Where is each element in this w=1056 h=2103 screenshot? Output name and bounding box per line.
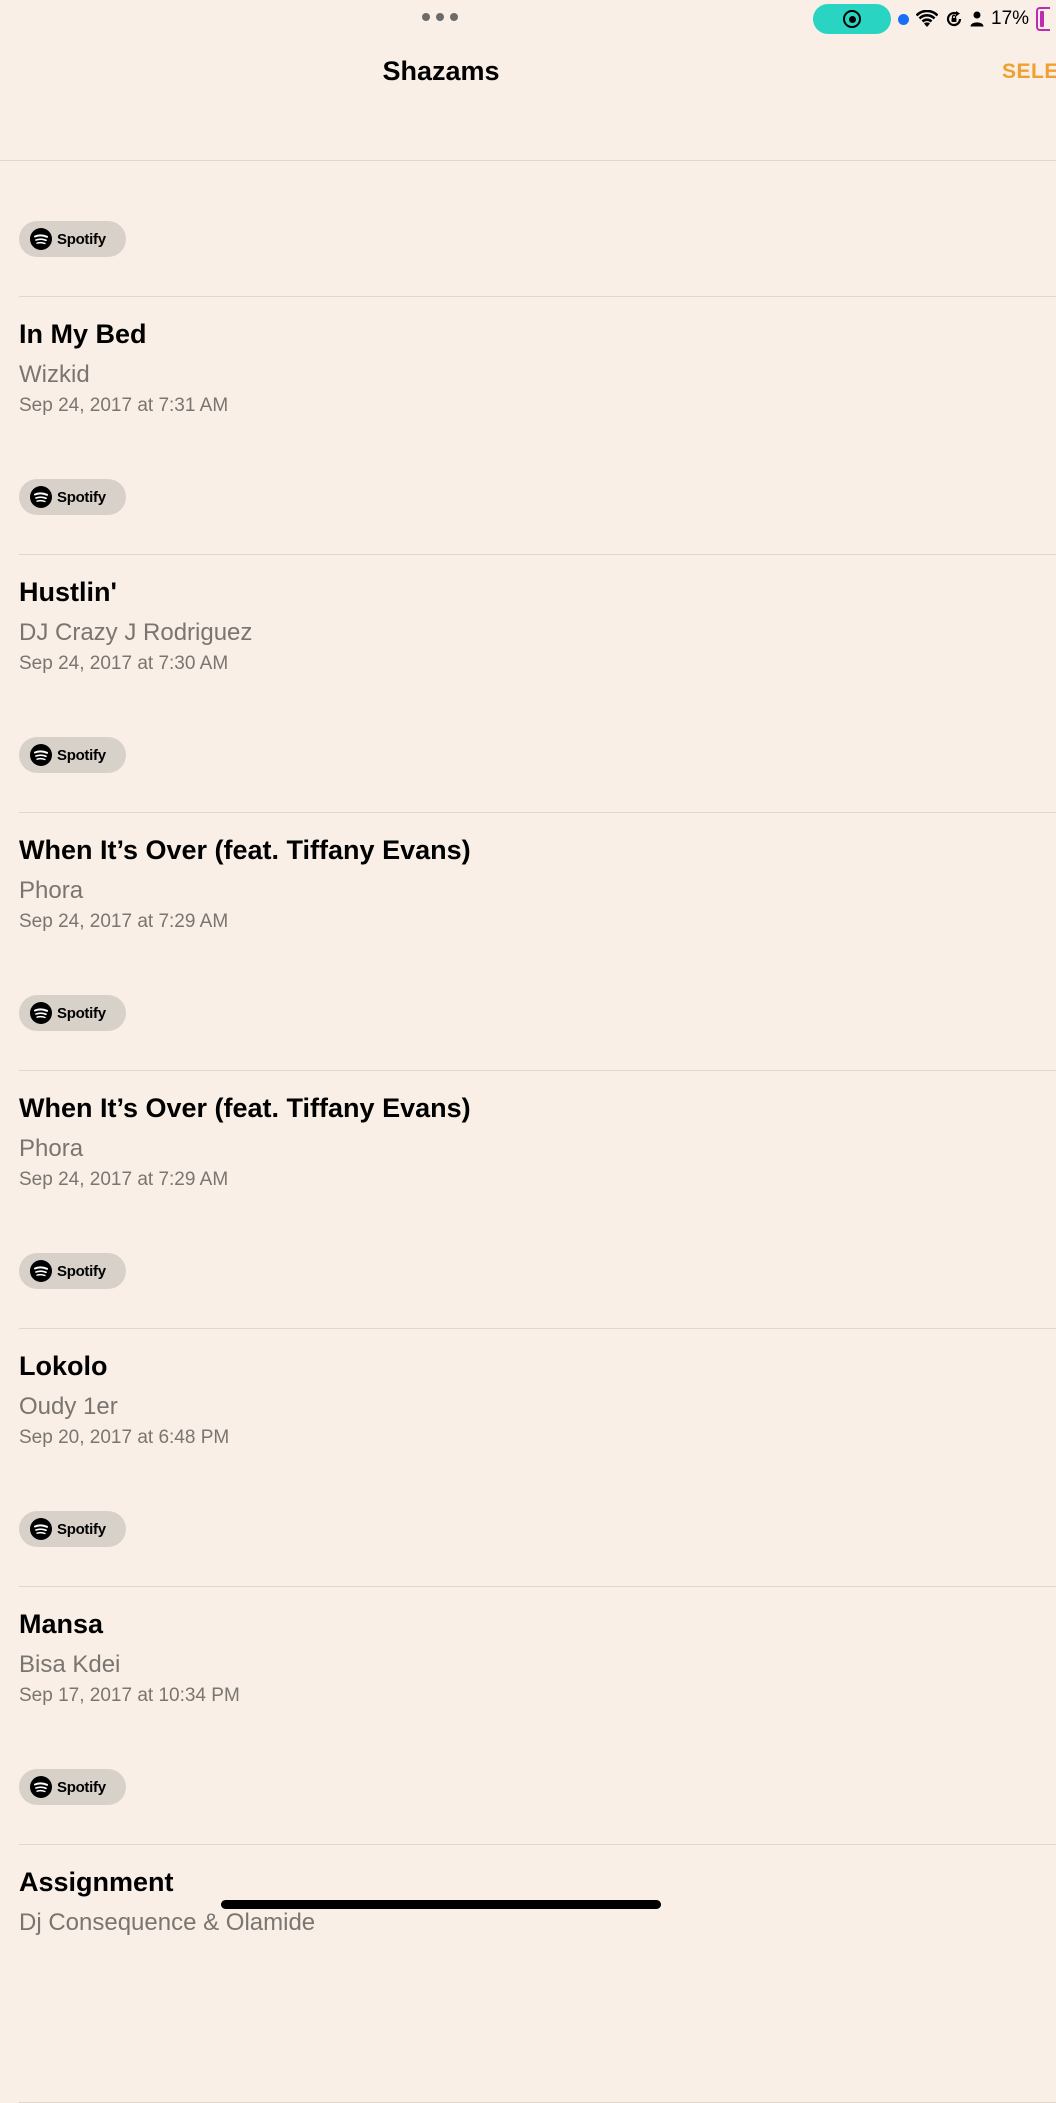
spotify-label: Spotify <box>57 230 106 248</box>
song-date: Sep 24, 2017 at 7:31 AM <box>19 395 229 416</box>
spotify-icon <box>30 228 52 250</box>
screen-recording-indicator[interactable] <box>813 4 891 34</box>
spotify-button[interactable]: Spotify <box>19 1769 126 1805</box>
song-title: When It’s Over (feat. Tiffany Evans) <box>19 835 471 865</box>
spotify-icon <box>30 1776 52 1798</box>
spotify-button[interactable]: Spotify <box>19 737 126 773</box>
spotify-button[interactable]: Spotify <box>19 1253 126 1289</box>
spotify-label: Spotify <box>57 1262 106 1280</box>
song-title: Lokolo <box>19 1351 108 1381</box>
song-date: Sep 24, 2017 at 7:29 AM <box>19 911 229 932</box>
record-icon <box>843 10 861 28</box>
song-row[interactable]: Hustlin' DJ Crazy J Rodriguez Sep 24, 20… <box>19 555 1056 813</box>
song-artist: DJ Crazy J Rodriguez <box>19 619 253 646</box>
spotify-label: Spotify <box>57 1778 106 1796</box>
song-date: Sep 20, 2017 at 6:48 PM <box>19 1427 230 1448</box>
song-title: Mansa <box>19 1609 104 1639</box>
spotify-button[interactable]: Spotify <box>19 1511 126 1547</box>
song-date: Sep 24, 2017 at 7:30 AM <box>19 653 229 674</box>
spotify-icon <box>30 486 52 508</box>
spotify-icon <box>30 744 52 766</box>
song-row[interactable]: Lokolo Oudy 1er Sep 20, 2017 at 6:48 PM … <box>19 1329 1056 1587</box>
song-row[interactable]: In My Bed Wizkid Sep 24, 2017 at 7:31 AM… <box>19 297 1056 555</box>
song-artist: Phora <box>19 877 84 904</box>
song-row[interactable]: Assignment Dj Consequence & Olamide <box>19 1845 1056 2103</box>
status-bar-right: 17% <box>898 4 1051 34</box>
wifi-icon <box>916 10 938 28</box>
song-title: Hustlin' <box>19 577 117 607</box>
location-dot-icon <box>898 13 909 25</box>
spotify-button[interactable]: Spotify <box>19 221 126 257</box>
rotation-lock-icon <box>945 10 963 28</box>
song-row[interactable]: When It’s Over (feat. Tiffany Evans) Pho… <box>19 813 1056 1071</box>
song-artist: Phora <box>19 1135 84 1162</box>
spotify-icon <box>30 1518 52 1540</box>
spotify-label: Spotify <box>57 1520 106 1538</box>
spotify-icon <box>30 1260 52 1282</box>
list-item[interactable]: Spotify <box>19 161 1056 297</box>
song-artist: Bisa Kdei <box>19 1651 121 1678</box>
battery-icon <box>1036 7 1051 31</box>
spotify-icon <box>30 1002 52 1024</box>
song-row[interactable]: When It’s Over (feat. Tiffany Evans) Pho… <box>19 1071 1056 1329</box>
song-title: Assignment <box>19 1867 174 1897</box>
spotify-button[interactable]: Spotify <box>19 479 126 515</box>
select-button[interactable]: SELE <box>1002 60 1056 84</box>
song-title: When It’s Over (feat. Tiffany Evans) <box>19 1093 471 1123</box>
shazams-list[interactable]: Spotify In My Bed Wizkid Sep 24, 2017 at… <box>0 161 1056 2103</box>
spotify-label: Spotify <box>57 1004 106 1022</box>
song-date: Sep 17, 2017 at 10:34 PM <box>19 1685 240 1706</box>
spotify-label: Spotify <box>57 488 106 506</box>
song-row[interactable]: Mansa Bisa Kdei Sep 17, 2017 at 10:34 PM… <box>19 1587 1056 1845</box>
home-indicator[interactable] <box>221 1900 661 1909</box>
song-artist: Wizkid <box>19 361 90 388</box>
song-artist: Dj Consequence & Olamide <box>19 1909 316 1936</box>
spotify-label: Spotify <box>57 746 106 764</box>
song-date: Sep 24, 2017 at 7:29 AM <box>19 1169 229 1190</box>
person-icon <box>970 11 984 27</box>
song-artist: Oudy 1er <box>19 1393 118 1420</box>
song-title: In My Bed <box>19 319 147 349</box>
battery-percentage: 17% <box>991 8 1030 29</box>
page-title: Shazams <box>382 56 500 86</box>
multitasking-dots-icon[interactable] <box>422 13 458 21</box>
spotify-button[interactable]: Spotify <box>19 995 126 1031</box>
